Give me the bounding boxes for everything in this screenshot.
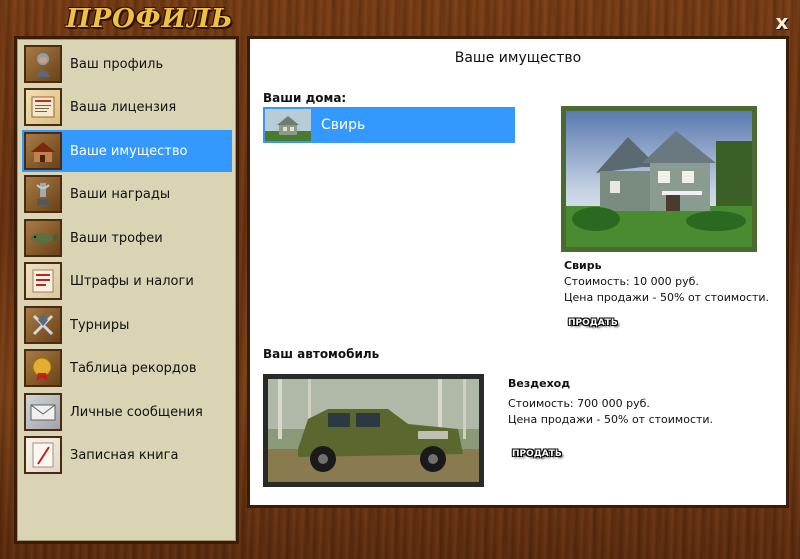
content-panel: Ваше имущество Ваши дома: Свирь Свирь Ст… <box>247 36 789 508</box>
sidebar-item-label: Личные сообщения <box>70 404 203 420</box>
car-cost: Стоимость: 700 000 руб. <box>508 397 650 410</box>
car-sale-price: Цена продажи - 50% от стоимости. <box>508 413 714 426</box>
envelope-icon <box>24 393 62 431</box>
sell-car-button[interactable]: ПРОДАТЬ <box>512 449 562 459</box>
house-name: Свирь <box>321 117 366 133</box>
car-heading: Ваш автомобиль <box>263 347 380 361</box>
houses-heading: Ваши дома: <box>263 91 347 105</box>
sidebar-item-label: Ваше имущество <box>70 143 188 159</box>
fines-icon <box>24 262 62 300</box>
sidebar: Ваш профиль Ваша лицензия Ваше имущество… <box>14 36 239 544</box>
car-info: Вездеход Стоимость: 700 000 руб. Цена пр… <box>508 376 713 428</box>
fisherman-icon <box>24 45 62 83</box>
car-name: Вездеход <box>508 377 571 390</box>
sidebar-item-records[interactable]: Таблица рекордов <box>22 347 232 389</box>
sell-house-button[interactable]: ПРОДАТЬ <box>568 318 618 328</box>
sidebar-item-label: Таблица рекордов <box>70 360 197 376</box>
house-photo <box>561 106 757 252</box>
house-sale-price: Цена продажи - 50% от стоимости. <box>564 291 770 304</box>
award-icon <box>24 175 62 213</box>
sidebar-item-label: Ваши трофеи <box>70 230 163 246</box>
page-title: Ваше имущество <box>454 50 582 66</box>
sidebar-item-label: Штрафы и налоги <box>70 273 194 289</box>
sidebar-item-awards[interactable]: Ваши награды <box>22 173 232 215</box>
sidebar-item-label: Ваш профиль <box>70 56 164 72</box>
house-list-item[interactable]: Свирь <box>263 107 515 143</box>
fish-trophy-icon <box>24 219 62 257</box>
sidebar-item-notebook[interactable]: Записная книга <box>22 434 232 476</box>
license-icon <box>24 88 62 126</box>
house-info: Свирь Стоимость: 10 000 руб. Цена продаж… <box>564 258 769 306</box>
sidebar-item-trophies[interactable]: Ваши трофеи <box>22 217 232 259</box>
window-title: ПРОФИЛЬ <box>66 4 234 34</box>
records-icon <box>24 349 62 387</box>
sidebar-item-profile[interactable]: Ваш профиль <box>22 43 232 85</box>
house-thumbnail <box>265 109 311 141</box>
tournament-icon <box>24 306 62 344</box>
sidebar-item-fines[interactable]: Штрафы и налоги <box>22 260 232 302</box>
car-photo <box>263 374 484 487</box>
sidebar-item-tournaments[interactable]: Турниры <box>22 304 232 346</box>
notebook-icon <box>24 436 62 474</box>
sidebar-item-license[interactable]: Ваша лицензия <box>22 86 232 128</box>
sidebar-item-label: Ваша лицензия <box>70 99 177 115</box>
close-icon[interactable]: x <box>772 12 792 32</box>
sidebar-item-label: Ваши награды <box>70 186 171 202</box>
sidebar-item-label: Записная книга <box>70 447 179 463</box>
sidebar-item-property[interactable]: Ваше имущество <box>22 130 232 172</box>
sidebar-item-label: Турниры <box>70 317 130 333</box>
house-cost: Стоимость: 10 000 руб. <box>564 275 699 288</box>
house-info-name: Свирь <box>564 259 602 272</box>
sidebar-item-messages[interactable]: Личные сообщения <box>22 391 232 433</box>
house-icon <box>24 132 62 170</box>
